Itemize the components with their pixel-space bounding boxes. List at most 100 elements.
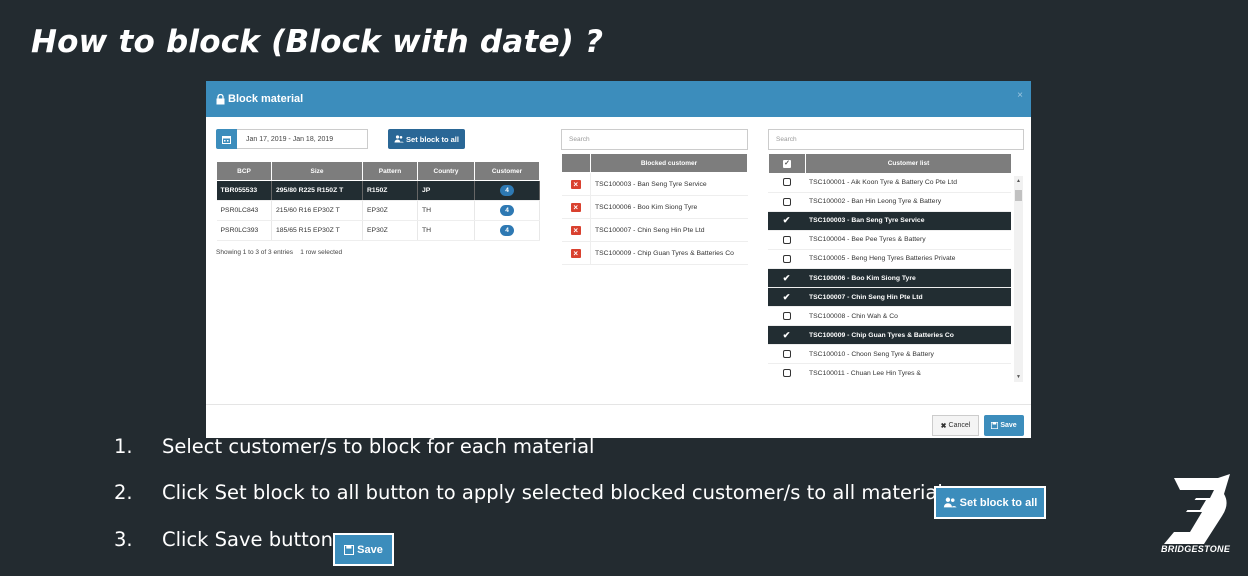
block-material-modal: Block material × Jan 17, 2019 - Jan 18, … xyxy=(206,81,1031,438)
customer-name: TSC100004 - Bee Pee Tyres & Battery xyxy=(805,230,1011,250)
lock-icon xyxy=(216,93,225,104)
blocked-search-input[interactable]: Search xyxy=(561,129,748,150)
customer-search-input[interactable]: Search xyxy=(768,129,1024,150)
scroll-down-icon[interactable]: ▼ xyxy=(1014,374,1023,380)
scroll-up-icon[interactable]: ▲ xyxy=(1014,178,1023,184)
remove-icon[interactable]: × xyxy=(570,248,581,258)
remove-icon[interactable]: × xyxy=(570,225,581,235)
row-checkbox[interactable] xyxy=(782,350,791,359)
close-icon: ✖ xyxy=(940,422,947,430)
floppy-icon xyxy=(991,422,999,429)
check-icon[interactable]: ✔ xyxy=(783,273,791,283)
table-row[interactable]: TBR055533 295/80 R225 R150Z T R150Z JP 4 xyxy=(216,180,540,201)
slide-title: How to block (Block with date) ? xyxy=(31,24,604,60)
customer-name: TSC100003 - Ban Seng Tyre Service xyxy=(805,211,1011,231)
table-row[interactable]: ✔ TSC100003 - Ban Seng Tyre Service xyxy=(768,211,1011,231)
table-row[interactable]: ✔ TSC100007 - Chin Seng Hin Pte Ltd xyxy=(768,287,1011,308)
example-set-block-button: Set block to all xyxy=(934,486,1046,519)
table-row[interactable]: ✔ TSC100009 - Chip Guan Tyres & Batteries… xyxy=(768,325,1011,346)
customer-name: TSC100001 - Aik Koon Tyre & Battery Co P… xyxy=(805,173,1011,193)
list-item: × TSC100006 - Boo Kim Siong Tyre xyxy=(561,195,748,219)
blocked-customer-table: Blocked customer × TSC100003 - Ban Seng T… xyxy=(561,153,748,265)
set-block-to-all-button[interactable]: Set block to all xyxy=(388,129,465,149)
size-cell: 215/60 R16 EP30Z T xyxy=(271,200,363,221)
table-row[interactable]: PSR0LC393 185/65 R15 EP30Z T EP30Z TH 4 xyxy=(216,220,540,241)
save-label: Save xyxy=(1000,422,1017,429)
table-row[interactable]: TSC100002 - Ban Hin Leong Tyre & Battery xyxy=(768,192,1011,212)
country-cell: JP xyxy=(417,180,475,201)
modal-header: Block material × xyxy=(206,81,1031,117)
country-cell: TH xyxy=(417,220,475,241)
country-cell: TH xyxy=(417,200,475,221)
customer-count-badge[interactable]: 4 xyxy=(500,205,514,216)
remove-icon[interactable]: × xyxy=(570,179,581,189)
blocked-col-header: Blocked customer xyxy=(590,153,748,173)
remove-icon[interactable]: × xyxy=(570,202,581,212)
rows-selected: 1 row selected xyxy=(300,249,343,256)
pattern-cell: EP30Z xyxy=(362,200,418,221)
date-range-picker[interactable]: Jan 17, 2019 - Jan 18, 2019 xyxy=(216,129,368,149)
table-row[interactable]: TSC100010 - Choon Seng Tyre & Battery xyxy=(768,344,1011,365)
row-checkbox[interactable] xyxy=(782,178,791,187)
floppy-icon xyxy=(344,544,355,555)
check-icon[interactable]: ✔ xyxy=(783,330,791,340)
check-icon[interactable]: ✔ xyxy=(783,215,791,225)
col-size[interactable]: Size xyxy=(271,161,363,181)
customer-name: TSC100005 - Beng Heng Tyres Batteries Pr… xyxy=(805,249,1011,269)
row-checkbox[interactable] xyxy=(782,254,791,263)
table-row[interactable]: TSC100001 - Aik Koon Tyre & Battery Co P… xyxy=(768,173,1011,193)
example-save-button: Save xyxy=(333,533,394,566)
set-block-label: Set block to all xyxy=(406,134,459,144)
customer-name: TSC100007 - Chin Seng Hin Pte Ltd xyxy=(805,287,1011,308)
customer-name: TSC100010 - Choon Seng Tyre & Battery xyxy=(805,344,1011,365)
example-save-label: Save xyxy=(357,543,383,556)
table-row[interactable]: TSC100004 - Bee Pee Tyres & Battery xyxy=(768,230,1011,250)
step-text: Click Save button xyxy=(162,527,334,551)
check-icon[interactable]: ✔ xyxy=(783,292,791,302)
date-range-input[interactable]: Jan 17, 2019 - Jan 18, 2019 xyxy=(237,129,368,149)
customer-list-scrollbar[interactable]: ▲ ▼ xyxy=(1014,176,1023,382)
cancel-button[interactable]: ✖ Cancel xyxy=(932,415,979,436)
pattern-cell: EP30Z xyxy=(362,220,418,241)
showing-entries: Showing 1 to 3 of 3 entries xyxy=(216,249,293,256)
users-icon xyxy=(943,497,957,508)
calendar-icon[interactable] xyxy=(216,129,237,149)
customer-count-badge[interactable]: 4 xyxy=(500,185,514,196)
size-cell: 295/80 R225 R150Z T xyxy=(271,180,363,201)
select-all-checkbox[interactable]: ✓ xyxy=(783,159,791,168)
customer-cell: 4 xyxy=(474,180,540,201)
table-row[interactable]: ✔ TSC100006 - Boo Kim Siong Tyre xyxy=(768,268,1011,289)
list-item: × TSC100003 - Ban Seng Tyre Service xyxy=(561,172,748,196)
scroll-thumb[interactable] xyxy=(1015,190,1022,201)
table-row[interactable]: TSC100005 - Beng Heng Tyres Batteries Pr… xyxy=(768,249,1011,269)
customer-list-scroll[interactable]: TSC100001 - Aik Koon Tyre & Battery Co P… xyxy=(768,173,1026,381)
table-row[interactable]: PSR0LC843 215/60 R16 EP30Z T EP30Z TH 4 xyxy=(216,200,540,221)
customer-name: TSC100006 - Boo Kim Siong Tyre xyxy=(805,268,1011,289)
customer-name: TSC100011 - Chuan Lee Hin Tyres & xyxy=(805,363,1011,381)
list-item: × TSC100009 - Chip Guan Tyres & Batteries… xyxy=(561,241,748,265)
table-row[interactable]: TSC100008 - Chin Wah & Co xyxy=(768,306,1011,327)
step-text: Select customer/s to block for each mate… xyxy=(162,434,595,458)
step-text: Click Set block to all button to apply s… xyxy=(162,480,943,504)
customer-count-badge[interactable]: 4 xyxy=(500,225,514,236)
col-bcp[interactable]: BCP xyxy=(216,161,272,181)
row-checkbox[interactable] xyxy=(782,369,791,378)
users-icon xyxy=(394,135,404,143)
select-all-cell: ✓ xyxy=(768,153,806,174)
row-checkbox[interactable] xyxy=(782,197,791,206)
table-info: Showing 1 to 3 of 3 entries 1 row select… xyxy=(216,249,342,256)
row-checkbox[interactable] xyxy=(782,235,791,244)
save-button[interactable]: Save xyxy=(984,415,1024,436)
col-customer[interactable]: Customer xyxy=(474,161,540,181)
close-icon[interactable]: × xyxy=(1017,90,1023,101)
list-item: × TSC100007 - Chin Seng Hin Pte Ltd xyxy=(561,218,748,242)
customer-name: TSC100009 - Chip Guan Tyres & Batteries … xyxy=(805,325,1011,346)
blocked-col-remove xyxy=(561,153,591,173)
table-row[interactable]: TSC100011 - Chuan Lee Hin Tyres & xyxy=(768,363,1011,381)
blocked-customer-name: TSC100006 - Boo Kim Siong Tyre xyxy=(590,195,748,219)
row-checkbox[interactable] xyxy=(782,312,791,321)
col-pattern[interactable]: Pattern xyxy=(362,161,418,181)
step-number: 2. xyxy=(114,480,133,504)
bcp-cell: TBR055533 xyxy=(216,180,272,201)
col-country[interactable]: Country xyxy=(417,161,475,181)
